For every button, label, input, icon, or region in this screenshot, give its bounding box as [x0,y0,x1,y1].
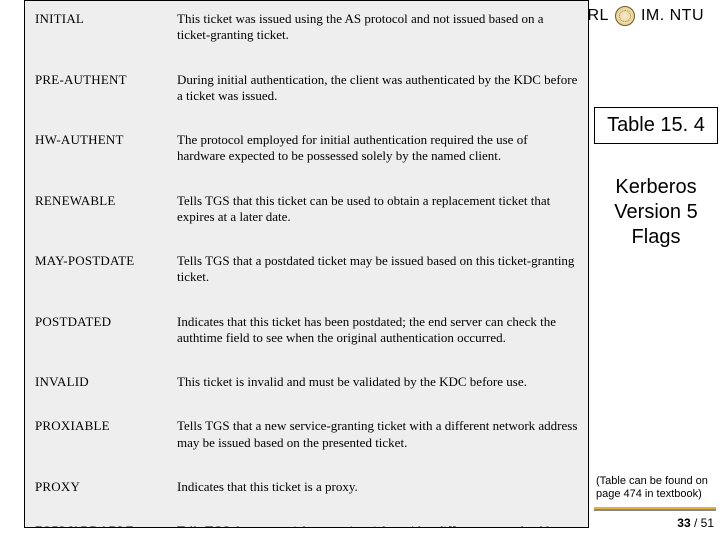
flag-name: POSTDATED [25,304,167,365]
page-total: 51 [701,516,714,530]
flags-table: INITIAL This ticket was issued using the… [25,1,588,528]
flag-name: PROXY [25,469,167,513]
flag-desc: Indicates that this ticket is a proxy. [167,469,588,513]
page-current: 33 [677,516,690,530]
right-column: Table 15. 4 Kerberos Version 5 Flags (Ta… [594,0,720,540]
page-sep: / [691,516,701,530]
flag-name: MAY-POSTDATE [25,243,167,304]
table-row: RENEWABLE Tells TGS that this ticket can… [25,183,588,244]
accent-rule [594,507,716,510]
table-row: PROXIABLE Tells TGS that a new service-g… [25,408,588,469]
table-row: HW-AUTHENT The protocol employed for ini… [25,122,588,183]
flag-desc: Tells TGS that a postdated ticket may be… [167,243,588,304]
flag-desc: Tells TGS that a new ticket-granting tic… [167,513,588,528]
table-row: PROXY Indicates that this ticket is a pr… [25,469,588,513]
table-row: PRE-AUTHENT During initial authenticatio… [25,62,588,123]
table-row: INVALID This ticket is invalid and must … [25,364,588,408]
flag-name: PROXIABLE [25,408,167,469]
table-row: FORWARDABLE Tells TGS that a new ticket-… [25,513,588,528]
flag-name: PRE-AUTHENT [25,62,167,123]
flag-desc: Tells TGS that a new service-granting ti… [167,408,588,469]
slide-subtitle: Kerberos Version 5 Flags [594,175,718,250]
table-title: Table 15. 4 [594,107,718,144]
flags-table-container: INITIAL This ticket was issued using the… [24,0,589,528]
flag-desc: Tells TGS that this ticket can be used t… [167,183,588,244]
flag-name: INITIAL [25,1,167,62]
flag-name: FORWARDABLE [25,513,167,528]
flag-name: HW-AUTHENT [25,122,167,183]
flag-name: RENEWABLE [25,183,167,244]
flag-desc: This ticket was issued using the AS prot… [167,1,588,62]
flag-name: INVALID [25,364,167,408]
flag-desc: This ticket is invalid and must be valid… [167,364,588,408]
flag-desc: During initial authentication, the clien… [167,62,588,123]
flag-desc: The protocol employed for initial authen… [167,122,588,183]
textbook-note: (Table can be found on page 474 in textb… [594,475,718,503]
table-row: POSTDATED Indicates that this ticket has… [25,304,588,365]
page-number: 33 / 51 [677,516,714,530]
table-row: INITIAL This ticket was issued using the… [25,1,588,62]
flags-table-body: INITIAL This ticket was issued using the… [25,1,588,528]
slide: SVVRL IM. NTU INITIAL This ticket was is… [0,0,720,540]
table-row: MAY-POSTDATE Tells TGS that a postdated … [25,243,588,304]
flag-desc: Indicates that this ticket has been post… [167,304,588,365]
